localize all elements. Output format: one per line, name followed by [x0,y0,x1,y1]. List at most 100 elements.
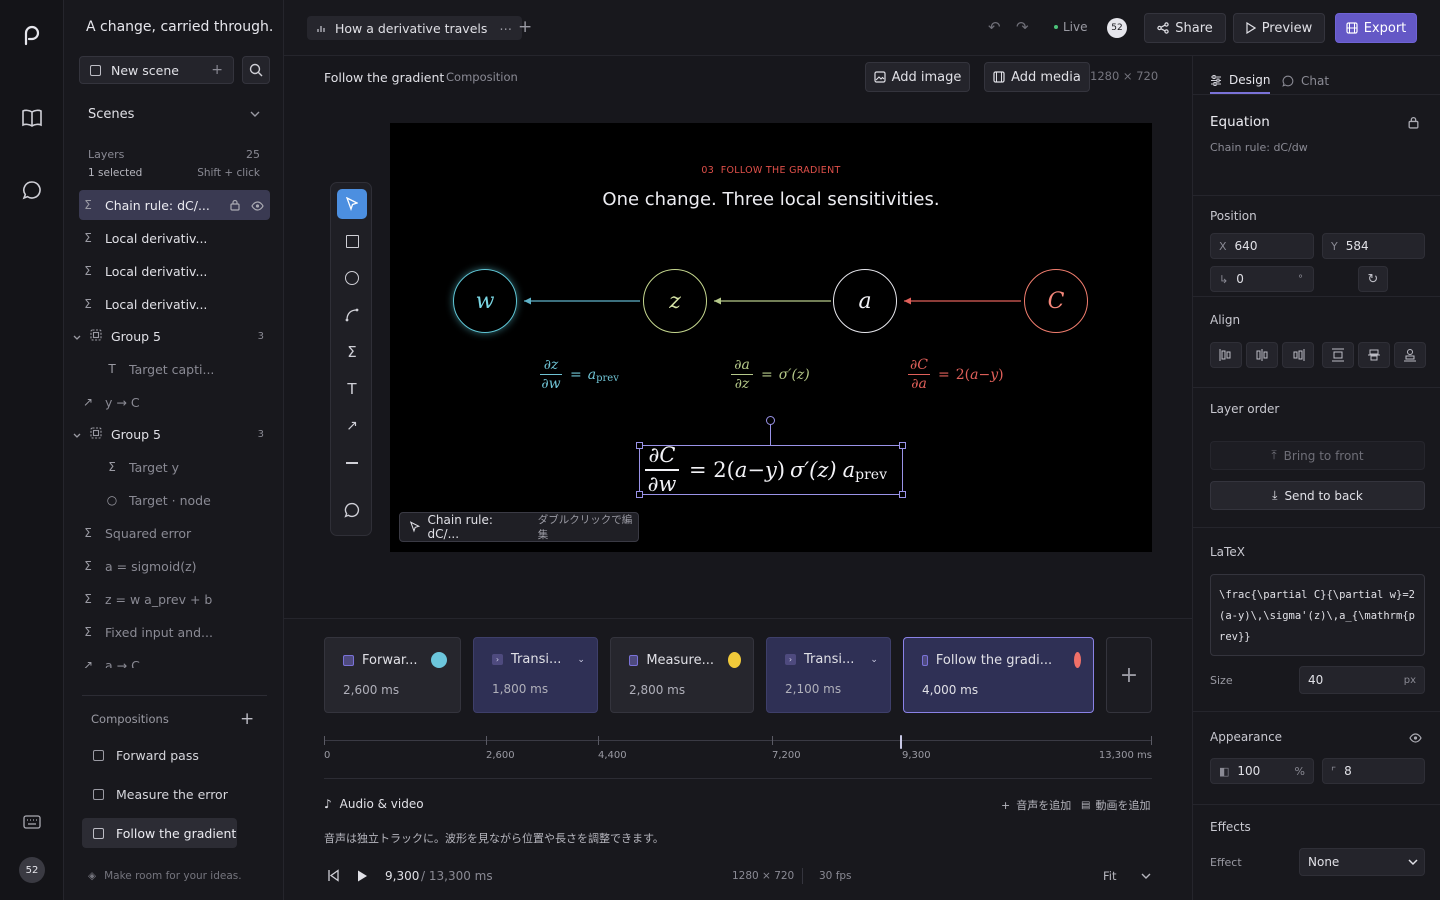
avatar[interactable]: 52 [19,857,45,883]
latex-editor[interactable]: \frac{\partial C}{\partial w}=2(a-y)\,\s… [1210,574,1425,656]
comment-tool[interactable] [337,495,367,525]
layer-group[interactable]: Group 5 3 [73,321,270,351]
corner-radius-field[interactable]: ⌜ 8 [1322,758,1425,784]
logo-icon[interactable] [18,20,46,48]
y-field[interactable]: Y 584 [1322,233,1425,259]
node-C[interactable]: C [1024,269,1088,333]
scene-card-active[interactable]: Follow the gradi... 4,000 ms [903,637,1094,713]
transition-card[interactable]: › Transi... ⌄ 2,100 ms [766,637,891,713]
add-tab-button[interactable]: + [518,17,532,37]
zoom-select[interactable]: Fit [1103,869,1151,883]
effect-select[interactable]: None [1299,848,1425,876]
playhead[interactable] [900,735,902,749]
derivative-dC-da[interactable]: ∂C ∂a = 2(a − y) [908,358,1004,391]
stage[interactable]: 03 FOLLOW THE GRADIENT One change. Three… [390,123,1152,552]
add-video-button[interactable]: ▤ 動画を追加 [1081,797,1150,813]
equation-tool[interactable]: Σ [337,337,367,367]
rotation-field[interactable]: ↳ 0 ° [1210,266,1314,292]
document-tab[interactable]: How a derivative travels ⋯ [307,16,522,40]
lock-icon[interactable] [1408,116,1419,132]
chevron-down-icon[interactable] [73,427,83,442]
chevron-down-icon[interactable] [73,329,83,344]
layer-item[interactable]: Σ Local derivativ... [79,256,270,286]
skip-to-start-button[interactable] [327,869,340,885]
chevron-down-icon[interactable]: ⌄ [577,655,585,665]
align-center-h-button[interactable] [1246,342,1278,368]
layer-item[interactable]: Σ Local derivativ... [79,289,270,319]
derivative-da-dz[interactable]: ∂a ∂z = σ′(z) [731,358,810,391]
scenes-toggle[interactable]: Scenes [88,107,260,122]
redo-button[interactable]: ↷ [1016,18,1029,36]
eye-icon[interactable] [251,199,264,214]
align-middle-button[interactable] [1358,342,1390,368]
layer-item[interactable]: Σ Squared error [79,518,270,548]
layer-item[interactable]: Σz = w a_prev + b [79,584,270,614]
add-media-button[interactable]: Add media [984,62,1090,92]
color-dot[interactable] [727,652,741,668]
align-right-button[interactable] [1282,342,1314,368]
lock-icon[interactable] [230,199,240,214]
add-composition-button[interactable]: + [240,709,254,729]
layer-item[interactable]: Σ Target y [79,452,270,482]
derivative-dz-dw[interactable]: ∂z ∂w = a prev [540,358,619,391]
undo-button[interactable]: ↶ [988,18,1001,36]
scene-card[interactable]: Forwar... 2,600 ms [324,637,461,713]
composition-item-active[interactable]: Follow the gradient [82,818,237,848]
scene-card[interactable]: Measure... 2,800 ms [610,637,754,713]
chain-rule-equation[interactable]: ∂C ∂w = 2(a − y) σ′(z) a prev [636,442,906,498]
layer-item[interactable]: ↗ y → C [79,387,270,417]
rectangle-tool[interactable] [337,226,367,256]
select-tool[interactable] [337,189,367,219]
tab-design[interactable]: Design [1210,68,1271,94]
rotation-handle[interactable] [766,416,775,425]
node-w[interactable]: w [453,269,517,333]
new-scene-button[interactable]: New scene + [79,56,234,84]
add-scene-button[interactable]: + [1106,637,1152,713]
arrow-tool[interactable]: ↗ [337,411,367,441]
size-field[interactable]: 40 px [1299,666,1425,694]
layer-item[interactable]: Σ Chain rule: dC/... [79,190,270,220]
opacity-field[interactable]: ◧ 100% [1210,758,1314,784]
align-left-button[interactable] [1210,342,1242,368]
composition-item[interactable]: Measure the error [82,779,237,809]
chevron-down-icon[interactable]: ⌄ [870,655,878,665]
color-dot[interactable] [1074,652,1081,668]
export-button[interactable]: Export [1335,13,1417,43]
user-badge[interactable]: 52 [1107,18,1127,38]
visibility-toggle[interactable] [1409,732,1422,746]
node-z[interactable]: z [643,269,707,333]
resize-handle[interactable] [899,442,906,449]
chat-icon[interactable] [18,176,46,204]
keyboard-icon[interactable] [18,808,46,836]
reset-rotation-button[interactable]: ↻ [1358,266,1388,292]
resize-handle[interactable] [636,491,643,498]
send-to-back-button[interactable]: ⤓ Send to back [1210,481,1425,510]
ellipse-tool[interactable] [337,263,367,293]
layer-item[interactable]: Σ Fixed input and... [79,617,270,647]
resize-handle[interactable] [636,442,643,449]
add-audio-button[interactable]: + 音声を追加 [1001,797,1071,813]
line-tool[interactable] [337,448,367,478]
align-bottom-button[interactable] [1394,342,1426,368]
resize-handle[interactable] [899,491,906,498]
align-top-button[interactable] [1322,342,1354,368]
layer-item[interactable]: T Target capti... [79,354,270,384]
share-button[interactable]: Share [1144,13,1226,43]
timeline-ruler[interactable]: 0 2,600 4,400 7,200 9,300 13,300 ms [324,733,1152,767]
color-dot[interactable] [431,652,448,668]
x-field[interactable]: X 640 [1210,233,1314,259]
layer-item[interactable]: ↗ a → C [79,650,270,669]
bring-to-front-button[interactable]: ⤒ Bring to front [1210,441,1425,470]
search-button[interactable] [242,56,270,84]
tab-chat[interactable]: Chat [1282,68,1329,94]
add-image-button[interactable]: Add image [865,62,970,92]
more-icon[interactable]: ⋯ [499,21,512,36]
path-tool[interactable] [337,300,367,330]
layer-item[interactable]: Σa = sigmoid(z) [79,551,270,581]
book-icon[interactable] [18,104,46,132]
layer-group[interactable]: Group 5 3 [73,419,270,449]
text-tool[interactable]: T [337,374,367,404]
play-button[interactable] [356,869,369,886]
layer-item[interactable]: ○ Target · node [79,485,270,515]
transition-card[interactable]: › Transi... ⌄ 1,800 ms [473,637,598,713]
